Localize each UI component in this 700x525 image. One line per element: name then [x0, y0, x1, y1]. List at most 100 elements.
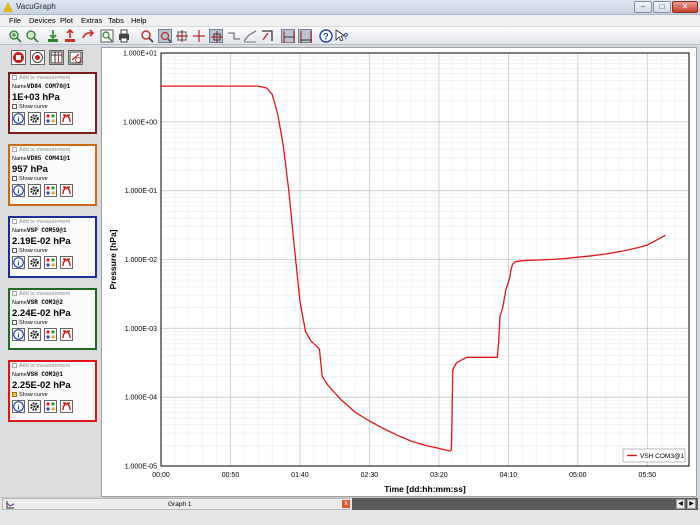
- minimize-button[interactable]: –: [634, 1, 652, 13]
- checkbox-icon: [12, 363, 17, 368]
- show-curve-checkbox[interactable]: Show curve: [12, 104, 48, 110]
- import-icon[interactable]: [46, 29, 60, 43]
- info-icon[interactable]: i: [12, 112, 25, 125]
- range-b-icon[interactable]: [298, 29, 312, 43]
- show-curve-checkbox[interactable]: Show curve: [12, 392, 48, 398]
- rec-icon[interactable]: [30, 50, 45, 65]
- add-to-measurement-checkbox[interactable]: Add to measurement: [12, 147, 70, 153]
- sensor-card: Add to measurement Name: VSP COM59@1 2.19E-…: [8, 216, 97, 278]
- tab-scroll-right-button[interactable]: ▶: [687, 499, 696, 509]
- settings-gear-icon[interactable]: [28, 184, 41, 197]
- zoom-in-icon[interactable]: [8, 29, 22, 43]
- y-tick-label: 1.000E-03: [125, 326, 157, 333]
- menu-plot[interactable]: Plot: [60, 16, 73, 25]
- pressure-chart[interactable]: 1.000E-05 1.000E-04 1.000E-03 1.000E-02 1.00…: [102, 48, 698, 498]
- y-tick-label: 1.000E-04: [125, 395, 157, 402]
- app-logo-icon: [3, 2, 13, 12]
- add-to-measurement-checkbox[interactable]: Add to measurement: [12, 75, 70, 81]
- show-curve-checkbox[interactable]: Show curve: [12, 248, 48, 254]
- svg-text:i: i: [18, 116, 20, 124]
- curve-style-icon[interactable]: [60, 184, 73, 197]
- color-palette-icon[interactable]: [44, 112, 57, 125]
- menu-help[interactable]: Help: [131, 16, 146, 25]
- color-palette-icon[interactable]: [44, 400, 57, 413]
- info-icon[interactable]: i: [12, 400, 25, 413]
- table-icon[interactable]: [49, 50, 64, 65]
- tab-bar: Graph 1 x ◀ ▶: [0, 497, 700, 525]
- zoom-box-icon[interactable]: [158, 29, 172, 43]
- chart-grid: [160, 52, 689, 467]
- settings-gear-icon[interactable]: [28, 400, 41, 413]
- magnify-icon[interactable]: [140, 29, 154, 43]
- info-icon[interactable]: i: [12, 256, 25, 269]
- whats-this-icon[interactable]: ?: [335, 29, 349, 43]
- show-curve-checkbox[interactable]: Show curve: [12, 320, 48, 326]
- menu-devices[interactable]: Devices: [29, 16, 56, 25]
- export-icon[interactable]: [63, 29, 77, 43]
- curve-style-icon[interactable]: [60, 400, 73, 413]
- marker-icon[interactable]: [260, 29, 274, 43]
- info-icon[interactable]: i: [12, 184, 25, 197]
- tab-graph-1[interactable]: Graph 1 x: [2, 498, 350, 510]
- sensor-name: VSP COM59@1: [27, 227, 67, 234]
- sensor-name: VD84 COM70@1: [27, 83, 71, 90]
- menu-file[interactable]: File: [9, 16, 21, 25]
- curve-style-icon[interactable]: [60, 328, 73, 341]
- maximize-button[interactable]: □: [653, 1, 671, 13]
- add-to-measurement-checkbox[interactable]: Add to measurement: [12, 291, 70, 297]
- sensor-pressure-value: 2.25E-02 hPa: [12, 380, 71, 391]
- chart-legend: VSH COM3@1: [622, 448, 686, 463]
- curve-style-icon[interactable]: [60, 112, 73, 125]
- undo-icon[interactable]: [81, 29, 95, 43]
- checkbox-icon: [12, 291, 17, 296]
- line-b-icon[interactable]: [243, 29, 257, 43]
- window-title: VacuGraph: [16, 2, 56, 11]
- curve-style-icon[interactable]: [60, 256, 73, 269]
- svg-text:i: i: [18, 188, 20, 196]
- zoom-fit-icon[interactable]: [25, 29, 39, 43]
- cursor-cross-alt-icon[interactable]: [192, 29, 206, 43]
- color-palette-icon[interactable]: [44, 328, 57, 341]
- svg-text:i: i: [18, 332, 20, 340]
- settings-gear-icon[interactable]: [28, 112, 41, 125]
- line-a-icon[interactable]: [227, 29, 241, 43]
- x-axis-label: Time [dd:hh:mm:ss]: [384, 484, 466, 494]
- x-tick-label: 02:30: [361, 472, 379, 479]
- checkbox-icon: [12, 219, 17, 224]
- stop-icon[interactable]: [11, 50, 26, 65]
- y-tick-label: 1.000E-01: [125, 188, 157, 195]
- chart-series: [161, 85, 666, 452]
- y-axis-label: Pressure [hPa]: [108, 229, 118, 289]
- menu-tabs[interactable]: Tabs: [108, 16, 124, 25]
- checkbox-icon: [12, 176, 17, 181]
- range-a-icon[interactable]: [281, 29, 295, 43]
- cursor-cross-icon[interactable]: [175, 29, 189, 43]
- settings-gear-icon[interactable]: [28, 256, 41, 269]
- checkbox-icon: [12, 147, 17, 152]
- info-icon[interactable]: i: [12, 328, 25, 341]
- tab-close-icon[interactable]: x: [342, 500, 350, 508]
- legend-label: VSH COM3@1: [640, 453, 685, 460]
- clear-icon[interactable]: [68, 50, 83, 65]
- svg-text:?: ?: [344, 32, 349, 41]
- add-to-measurement-checkbox[interactable]: Add to measurement: [12, 219, 70, 225]
- settings-gear-icon[interactable]: [28, 328, 41, 341]
- snapshot-icon[interactable]: [100, 29, 114, 43]
- title-bar: VacuGraph – □ ✕: [0, 0, 700, 15]
- color-palette-icon[interactable]: [44, 256, 57, 269]
- x-tick-label: 01:40: [291, 472, 309, 479]
- add-to-measurement-checkbox[interactable]: Add to measurement: [12, 363, 70, 369]
- add-to-measurement-label: Add to measurement: [19, 363, 71, 369]
- sensor-name-label: Name:: [12, 156, 29, 162]
- print-icon[interactable]: [117, 29, 131, 43]
- crosshair-icon[interactable]: [209, 29, 223, 43]
- help-icon[interactable]: ?: [319, 29, 333, 43]
- tab-scroll-left-button[interactable]: ◀: [676, 499, 685, 509]
- sensor-card: Add to measurement Name: VSH COM3@1 2.25E-0…: [8, 360, 97, 422]
- menu-extras[interactable]: Extras: [81, 16, 102, 25]
- x-tick-label: 00:00: [152, 472, 170, 479]
- sensor-pressure-value: 1E+03 hPa: [12, 92, 60, 103]
- show-curve-checkbox[interactable]: Show curve: [12, 176, 48, 182]
- color-palette-icon[interactable]: [44, 184, 57, 197]
- close-window-button[interactable]: ✕: [672, 1, 698, 13]
